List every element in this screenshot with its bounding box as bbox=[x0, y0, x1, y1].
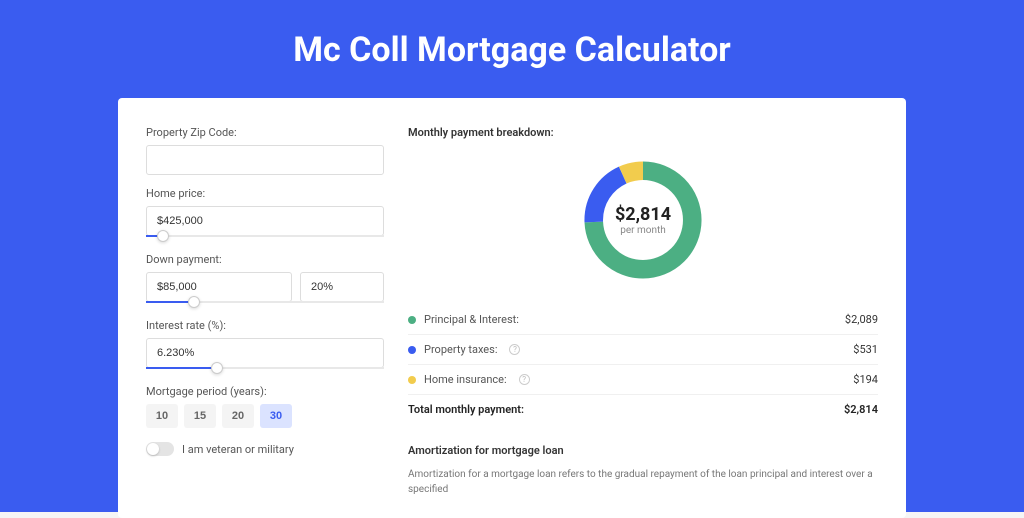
amortization-text: Amortization for a mortgage loan refers … bbox=[408, 467, 878, 497]
down-payment-slider[interactable] bbox=[146, 301, 384, 307]
breakdown-panel: Monthly payment breakdown: $2,814 per mo… bbox=[408, 126, 878, 518]
legend-row: Principal & Interest: $2,089 bbox=[408, 305, 878, 335]
veteran-label: I am veteran or military bbox=[182, 443, 294, 456]
legend-label: Property taxes: bbox=[424, 343, 497, 356]
total-row: Total monthly payment: $2,814 bbox=[408, 395, 878, 424]
breakdown-title: Monthly payment breakdown: bbox=[408, 126, 878, 139]
veteran-row: I am veteran or military bbox=[146, 442, 384, 456]
period-button-30[interactable]: 30 bbox=[260, 404, 292, 428]
legend-row: Property taxes:? $531 bbox=[408, 335, 878, 365]
down-payment-pct-input[interactable] bbox=[300, 272, 384, 302]
calculator-card: Property Zip Code: Home price: Down paym… bbox=[118, 98, 906, 518]
info-icon[interactable]: ? bbox=[509, 344, 520, 355]
interest-rate-slider[interactable] bbox=[146, 367, 384, 373]
interest-rate-input[interactable] bbox=[146, 338, 384, 368]
legend-dot-icon bbox=[408, 346, 416, 354]
toggle-knob-icon bbox=[147, 443, 159, 455]
page-title: Mc Coll Mortgage Calculator bbox=[0, 30, 1024, 70]
amortization-title: Amortization for mortgage loan bbox=[408, 444, 878, 457]
interest-rate-label: Interest rate (%): bbox=[146, 319, 384, 332]
period-button-10[interactable]: 10 bbox=[146, 404, 178, 428]
down-payment-input[interactable] bbox=[146, 272, 292, 302]
down-payment-label: Down payment: bbox=[146, 253, 384, 266]
home-price-slider[interactable] bbox=[146, 235, 384, 241]
slider-thumb-icon[interactable] bbox=[211, 362, 223, 374]
period-button-15[interactable]: 15 bbox=[184, 404, 216, 428]
down-payment-field: Down payment: bbox=[146, 253, 384, 307]
legend-value: $2,089 bbox=[845, 313, 878, 326]
period-field: Mortgage period (years): 10152030 bbox=[146, 385, 384, 428]
info-icon[interactable]: ? bbox=[519, 374, 530, 385]
legend-row: Home insurance:? $194 bbox=[408, 365, 878, 395]
zip-field: Property Zip Code: bbox=[146, 126, 384, 175]
slider-thumb-icon[interactable] bbox=[188, 296, 200, 308]
home-price-label: Home price: bbox=[146, 187, 384, 200]
legend-label: Principal & Interest: bbox=[424, 313, 519, 326]
interest-rate-field: Interest rate (%): bbox=[146, 319, 384, 373]
legend-label: Home insurance: bbox=[424, 373, 507, 386]
donut-sub: per month bbox=[620, 225, 666, 236]
input-panel: Property Zip Code: Home price: Down paym… bbox=[146, 126, 384, 518]
zip-label: Property Zip Code: bbox=[146, 126, 384, 139]
total-label: Total monthly payment: bbox=[408, 403, 524, 416]
period-button-20[interactable]: 20 bbox=[222, 404, 254, 428]
home-price-input[interactable] bbox=[146, 206, 384, 236]
total-value: $2,814 bbox=[844, 403, 878, 416]
legend-value: $531 bbox=[853, 343, 878, 356]
legend-value: $194 bbox=[853, 373, 878, 386]
donut-amount: $2,814 bbox=[615, 204, 671, 225]
legend-dot-icon bbox=[408, 376, 416, 384]
legend-dot-icon bbox=[408, 316, 416, 324]
slider-thumb-icon[interactable] bbox=[157, 230, 169, 242]
home-price-field: Home price: bbox=[146, 187, 384, 241]
donut-chart: $2,814 per month bbox=[578, 155, 708, 285]
period-label: Mortgage period (years): bbox=[146, 385, 384, 398]
zip-input[interactable] bbox=[146, 145, 384, 175]
veteran-toggle[interactable] bbox=[146, 442, 174, 456]
